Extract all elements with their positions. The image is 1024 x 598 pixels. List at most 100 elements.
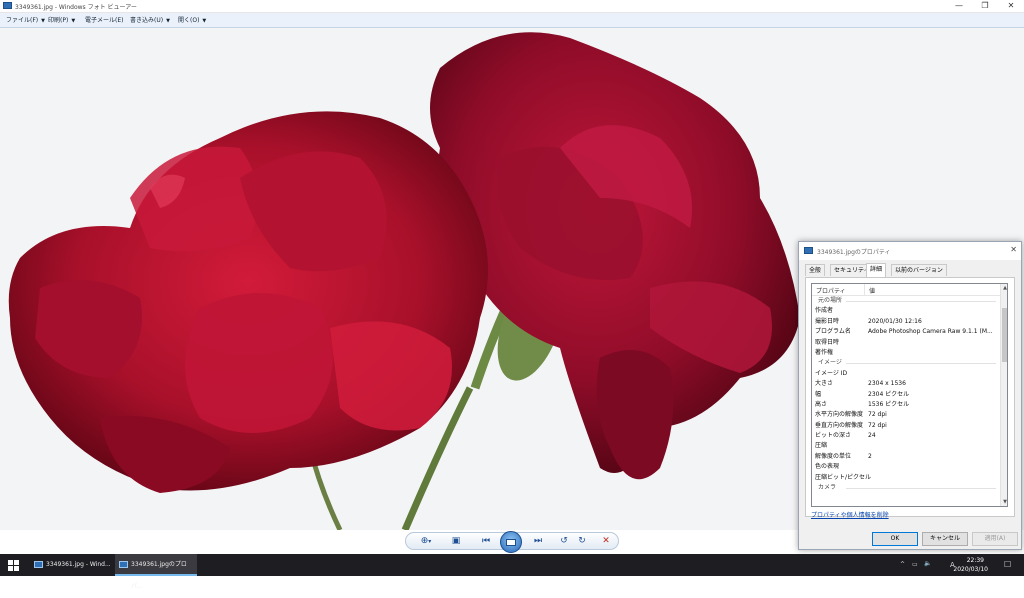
property-row[interactable]: 撮影日時 2020/01/30 12:16 <box>812 317 1000 327</box>
dialog-close-button[interactable]: ✕ <box>1010 245 1017 254</box>
menu-open-label: 開く(O) <box>178 17 200 24</box>
next-button[interactable]: ⏭ <box>530 534 546 548</box>
property-row[interactable]: 作成者 <box>812 306 1000 316</box>
group-divider <box>846 363 996 365</box>
tray-overflow-chevron-icon[interactable]: ^ <box>900 561 905 568</box>
property-value: Adobe Photoshop Camera Raw 9.1.1 (M... <box>868 328 993 336</box>
slideshow-icon <box>506 539 516 546</box>
maximize-button[interactable]: ❐ <box>972 0 998 12</box>
list-scrollbar[interactable]: ▲ ▼ <box>1000 284 1007 506</box>
taskbar: 3349361.jpg - Wind... 3349361.jpgのプロパ...… <box>0 554 1024 590</box>
properties-icon <box>119 561 128 568</box>
rotate-cw-icon: ↻ <box>578 536 586 546</box>
delete-button[interactable]: ✕ <box>598 534 614 548</box>
property-value: 72 dpi <box>868 421 887 429</box>
column-header-property[interactable]: プロパティ <box>816 286 846 295</box>
property-name: 解像度の単位 <box>815 452 852 460</box>
property-row[interactable]: プログラム名 Adobe Photoshop Camera Raw 9.1.1 (… <box>812 327 1000 337</box>
remove-properties-link[interactable]: プロパティや個人情報を削除 <box>811 510 889 519</box>
property-name: 圧縮ビット/ピクセル <box>815 473 872 481</box>
property-name: 元の場所 <box>818 297 843 304</box>
property-name: 水平方向の解像度 <box>815 411 864 419</box>
rotate-cw-button[interactable]: ↻ <box>574 534 590 548</box>
property-row[interactable]: 大きさ 2304 x 1536 <box>812 379 1000 389</box>
ok-button[interactable]: OK <box>872 532 918 546</box>
group-divider <box>846 301 996 302</box>
property-row[interactable]: 圧縮ビット/ピクセル <box>812 473 1000 483</box>
property-row[interactable]: 解像度の単位 2 <box>812 452 1000 462</box>
property-name: 著作権 <box>815 348 834 356</box>
chevron-down-icon: ▼ <box>41 18 45 24</box>
slideshow-button[interactable] <box>500 531 522 553</box>
property-row[interactable]: ビットの深さ 24 <box>812 431 1000 441</box>
property-row[interactable]: 幅 2304 ピクセル <box>812 390 1000 400</box>
property-name: 撮影日時 <box>815 317 840 325</box>
tab-previous-versions[interactable]: 以前のバージョン <box>891 264 947 276</box>
property-row[interactable]: 色の表現 <box>812 462 1000 472</box>
property-group-header[interactable]: イメージ <box>812 358 1000 368</box>
minimize-button[interactable]: — <box>946 0 972 12</box>
menu-burn[interactable]: 書き込み(U) ▼ <box>130 15 170 24</box>
property-row[interactable]: 圧縮 <box>812 441 1000 451</box>
close-window-button[interactable]: ✕ <box>998 0 1024 12</box>
scroll-up-icon[interactable]: ▲ <box>1001 284 1007 292</box>
property-row[interactable]: 垂直方向の解像度 72 dpi <box>812 421 1000 431</box>
details-panel: プロパティ 値 元の場所作成者撮影日時 2020/01/30 12:16 プログラム… <box>805 277 1015 517</box>
property-value: 24 <box>868 432 876 440</box>
menu-burn-label: 書き込み(U) <box>130 17 164 24</box>
network-icon[interactable]: ▭ <box>912 561 918 568</box>
property-list[interactable]: プロパティ 値 元の場所作成者撮影日時 2020/01/30 12:16 プログラム… <box>811 283 1008 507</box>
rotate-ccw-button[interactable]: ↺ <box>556 534 572 548</box>
property-name: 圧縮 <box>815 442 828 450</box>
tab-details[interactable]: 詳細 <box>866 263 887 277</box>
property-value: 1536 ピクセル <box>868 400 910 408</box>
property-name: 幅 <box>815 390 822 398</box>
window-title: 3349361.jpg - Windows フォト ビューアー <box>15 4 137 11</box>
windows-start-icon[interactable] <box>8 560 19 571</box>
property-row[interactable]: イメージ ID <box>812 369 1000 379</box>
clock-time[interactable]: 22:39 <box>967 557 984 564</box>
property-value: 72 dpi <box>868 411 887 419</box>
property-group-header[interactable]: 元の場所 <box>812 296 1000 306</box>
property-name: 大きさ <box>815 380 834 388</box>
property-row[interactable]: 著作権 <box>812 348 1000 358</box>
menu-print[interactable]: 印刷(P) ▼ <box>48 15 75 24</box>
actual-size-button[interactable]: ▣ <box>448 534 464 548</box>
previous-icon: ⏮ <box>481 536 491 546</box>
property-name: 色の表現 <box>815 463 840 471</box>
property-row[interactable]: 取得日時 <box>812 338 1000 348</box>
scrollbar-thumb[interactable] <box>1002 308 1007 362</box>
property-row[interactable]: 水平方向の解像度 72 dpi <box>812 410 1000 420</box>
previous-button[interactable]: ⏮ <box>478 534 494 548</box>
property-name: 高さ <box>815 400 828 408</box>
tab-general[interactable]: 全般 <box>805 264 826 276</box>
property-name: 取得日時 <box>815 338 840 346</box>
property-name: イメージ ID <box>815 369 848 377</box>
taskbar-item-photo-viewer[interactable]: 3349361.jpg - Wind... <box>30 554 112 576</box>
zoom-button[interactable]: ⊕▾ <box>418 534 434 548</box>
column-separator[interactable] <box>864 284 865 295</box>
menu-email-label: 電子メール(E) <box>85 17 124 24</box>
menu-open[interactable]: 開く(O) ▼ <box>178 15 206 24</box>
menu-file[interactable]: ファイル(F) ▼ <box>6 15 45 24</box>
property-value: 2020/01/30 12:16 <box>868 317 922 325</box>
menu-email[interactable]: 電子メール(E) <box>85 15 123 24</box>
notification-icon[interactable]: ☐ <box>1004 560 1011 569</box>
clock-date[interactable]: 2020/03/10 <box>953 566 988 573</box>
menu-print-label: 印刷(P) <box>48 17 69 24</box>
volume-icon[interactable]: 🔈 <box>924 560 931 567</box>
cancel-button[interactable]: キャンセル <box>922 532 968 546</box>
column-header-value[interactable]: 値 <box>869 286 875 295</box>
apply-button[interactable]: 適用(A) <box>972 532 1018 546</box>
property-value: 2304 ピクセル <box>868 390 910 398</box>
property-name: プログラム名 <box>815 328 851 336</box>
taskbar-item-properties[interactable]: 3349361.jpgのプロパ... <box>115 554 197 590</box>
chevron-down-icon: ▼ <box>202 18 207 24</box>
property-group-header[interactable]: カメラ <box>812 483 1000 493</box>
scroll-down-icon[interactable]: ▼ <box>1001 498 1007 506</box>
fit-window-icon: ▣ <box>451 536 461 546</box>
property-row[interactable]: 高さ 1536 ピクセル <box>812 400 1000 410</box>
property-name: 作成者 <box>815 307 834 315</box>
next-icon: ⏭ <box>533 536 543 546</box>
delete-icon: ✕ <box>602 536 610 546</box>
